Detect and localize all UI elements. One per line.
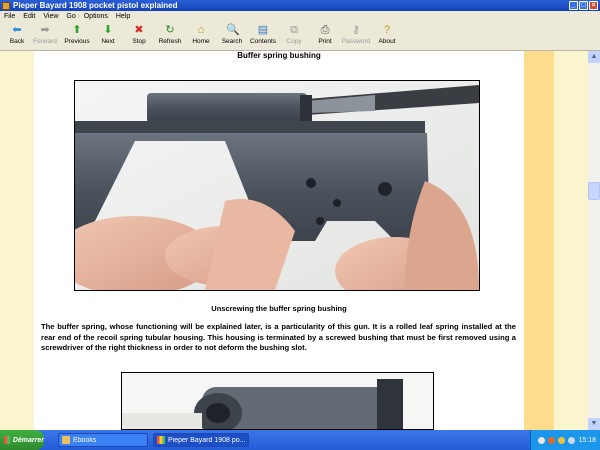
forward-arrow-icon: ➡ xyxy=(40,24,50,36)
windows-logo-icon xyxy=(4,436,10,444)
password-button[interactable]: ⚷ Password xyxy=(339,24,373,49)
about-label: About xyxy=(378,38,396,45)
next-button[interactable]: ⬇ Next xyxy=(91,24,125,49)
print-icon: ⎙ xyxy=(320,24,330,36)
section-title: Buffer spring bushing xyxy=(237,51,321,60)
search-button[interactable]: 🔍 Search xyxy=(215,24,249,49)
close-button[interactable]: × xyxy=(589,1,598,10)
speaker-icon[interactable] xyxy=(568,436,576,444)
home-label: Home xyxy=(192,38,210,45)
forward-button[interactable]: ➡ Forward xyxy=(28,24,62,49)
pistol-photo xyxy=(74,80,480,291)
stop-button[interactable]: ✖ Stop xyxy=(122,24,156,49)
refresh-label: Refresh xyxy=(158,38,182,45)
previous-label: Previous xyxy=(64,38,90,45)
down-arrow-icon: ⬇ xyxy=(103,24,113,36)
about-icon: ? xyxy=(383,24,391,36)
print-label: Print xyxy=(318,38,332,45)
start-button[interactable]: Démarrer xyxy=(0,430,44,450)
page-content: Buffer spring bushing Unscrewing the buf… xyxy=(0,51,588,430)
folder-icon xyxy=(62,436,70,444)
body-paragraph: The buffer spring, whose functioning wil… xyxy=(41,322,516,352)
copy-icon: ⧉ xyxy=(290,24,298,36)
menu-edit[interactable]: Edit xyxy=(19,11,39,22)
print-button[interactable]: ⎙ Print xyxy=(308,24,342,49)
copy-button[interactable]: ⧉ Copy xyxy=(277,24,311,49)
system-tray: 15:18 xyxy=(530,430,600,450)
title-bar: Pieper Bayard 1908 pocket pistol explain… xyxy=(0,0,600,11)
menu-help[interactable]: Help xyxy=(112,11,134,22)
tray-icon[interactable] xyxy=(548,436,556,444)
photo-caption: Unscrewing the buffer spring bushing xyxy=(211,304,347,313)
right-page-margin-accent xyxy=(524,51,554,430)
copy-label: Copy xyxy=(286,38,302,45)
back-arrow-icon: ⬅ xyxy=(12,24,22,36)
forward-label: Forward xyxy=(33,38,57,45)
window-title: Pieper Bayard 1908 pocket pistol explain… xyxy=(13,1,178,10)
previous-button[interactable]: ⬆ Previous xyxy=(60,24,94,49)
taskbar: Démarrer Ebooks Pieper Bayard 1908 po...… xyxy=(0,430,600,450)
maximize-button[interactable]: □ xyxy=(579,1,588,10)
up-arrow-icon: ⬆ xyxy=(72,24,82,36)
taskbar-item-ebooks[interactable]: Ebooks xyxy=(58,433,148,447)
menu-options[interactable]: Options xyxy=(80,11,112,22)
search-label: Search xyxy=(221,38,243,45)
contents-label: Contents xyxy=(249,38,277,45)
window-controls: _ □ × xyxy=(569,1,598,10)
stop-icon: ✖ xyxy=(134,24,144,36)
tray-icon[interactable] xyxy=(558,436,566,444)
menu-file[interactable]: File xyxy=(0,11,19,22)
key-icon: ⚷ xyxy=(351,24,361,36)
scroll-down-button[interactable]: ▼ xyxy=(588,418,600,430)
vertical-scrollbar[interactable]: ▲ ▼ xyxy=(588,51,600,430)
contents-button[interactable]: ▤ Contents xyxy=(246,24,280,49)
menu-bar: File Edit View Go Options Help xyxy=(0,11,600,22)
toolbar: ⬅ Back ➡ Forward ⬆ Previous ⬇ Next ✖ Sto… xyxy=(0,22,600,51)
home-icon: ⌂ xyxy=(197,24,205,36)
scroll-thumb[interactable] xyxy=(588,182,600,200)
stop-label: Stop xyxy=(132,38,146,45)
taskbar-item-label: Ebooks xyxy=(73,436,97,444)
menu-view[interactable]: View xyxy=(39,11,62,22)
clock: 15:18 xyxy=(578,436,596,444)
minimize-button[interactable]: _ xyxy=(569,1,578,10)
left-page-margin xyxy=(0,51,34,430)
home-button[interactable]: ⌂ Home xyxy=(184,24,218,49)
app-icon xyxy=(2,1,10,10)
scroll-up-button[interactable]: ▲ xyxy=(588,51,600,63)
tray-icon[interactable] xyxy=(538,436,546,444)
next-label: Next xyxy=(101,38,115,45)
help-viewer-icon xyxy=(157,436,165,444)
about-button[interactable]: ? About xyxy=(370,24,404,49)
taskbar-item-label: Pieper Bayard 1908 po... xyxy=(168,436,246,444)
contents-icon: ▤ xyxy=(257,24,269,36)
bushing-photo-image xyxy=(122,373,433,429)
search-icon: 🔍 xyxy=(226,24,240,36)
pistol-photo-image xyxy=(75,81,479,290)
refresh-button[interactable]: ↻ Refresh xyxy=(153,24,187,49)
refresh-icon: ↻ xyxy=(165,24,175,36)
password-label: Password xyxy=(341,38,371,45)
start-label: Démarrer xyxy=(12,436,44,444)
menu-go[interactable]: Go xyxy=(62,11,79,22)
taskbar-item-active-window[interactable]: Pieper Bayard 1908 po... xyxy=(153,433,249,447)
bushing-photo xyxy=(121,372,434,430)
